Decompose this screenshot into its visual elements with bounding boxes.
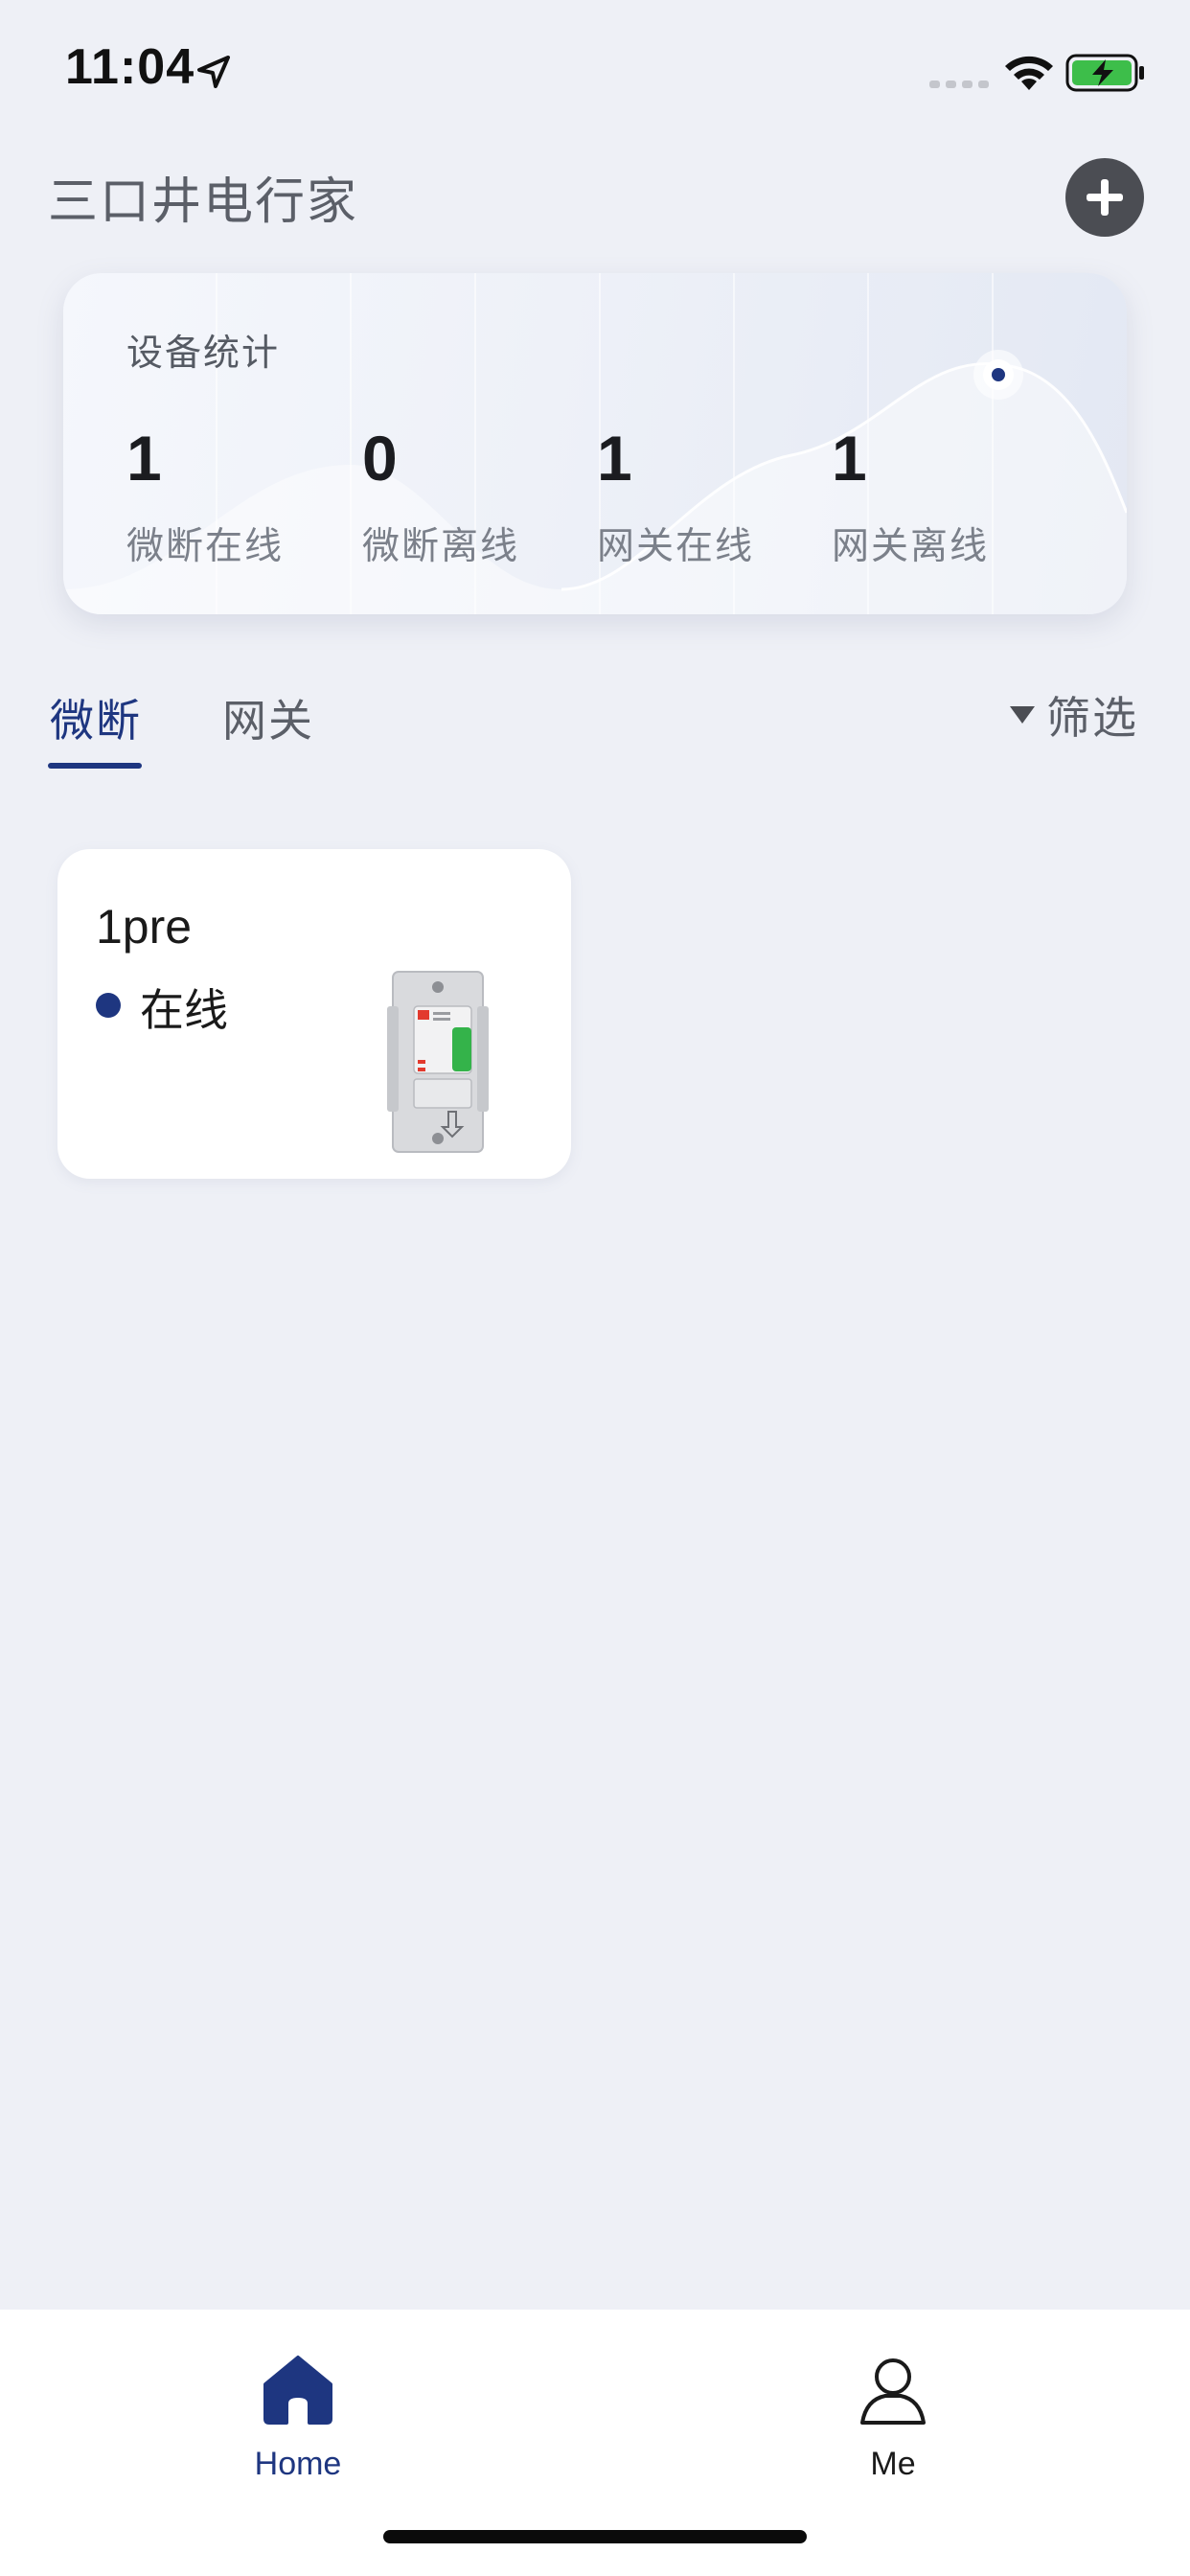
filter-label: 筛选 [1046, 692, 1138, 744]
online-status-dot [96, 993, 121, 1018]
location-arrow-icon [197, 56, 230, 88]
stat-breaker-offline: 0 微断离线 [362, 426, 592, 570]
stats-title: 设备统计 [126, 332, 281, 374]
tab-gateway[interactable]: 网关 [222, 686, 314, 749]
nav-home-label: Home [254, 2446, 342, 2482]
wifi-icon [1005, 56, 1053, 90]
add-device-button[interactable] [1065, 158, 1144, 237]
stat-label: 网关离线 [832, 525, 990, 568]
stat-breaker-online: 1 微断在线 [126, 426, 356, 570]
stat-value: 1 [832, 423, 867, 494]
app-title: 三口井电行家 [48, 173, 359, 231]
stat-label: 微断在线 [126, 525, 285, 568]
home-indicator [383, 2530, 807, 2543]
device-card[interactable]: 1pre 在线 [57, 849, 571, 1179]
caret-down-icon [1010, 706, 1035, 724]
tab-breaker[interactable]: 微断 [50, 686, 142, 749]
home-icon [263, 2356, 332, 2425]
nav-me[interactable]: Me [797, 2352, 989, 2483]
cellular-signal-icon [929, 80, 989, 88]
plus-icon [1087, 179, 1123, 216]
circuit-breaker-image [387, 971, 489, 1153]
device-status: 在线 [140, 984, 228, 1036]
active-tab-indicator [48, 763, 142, 769]
nav-me-label: Me [870, 2446, 916, 2482]
nav-home[interactable]: Home [202, 2352, 394, 2483]
person-icon [860, 2358, 926, 2425]
battery-charging-icon [1065, 54, 1144, 92]
stat-gateway-offline: 1 网关离线 [832, 426, 1062, 570]
stat-label: 网关在线 [597, 525, 755, 568]
status-time: 11:04 [65, 39, 195, 95]
stat-value: 1 [597, 423, 632, 494]
filter-button[interactable]: 筛选 [1008, 686, 1138, 744]
status-bar: 11:04 [0, 0, 1190, 144]
device-stats-card: 设备统计 1 微断在线 0 微断离线 1 网关在线 1 网关离线 [63, 273, 1127, 614]
device-name: 1pre [96, 900, 193, 954]
stat-gateway-online: 1 网关在线 [597, 426, 827, 570]
stat-value: 0 [362, 423, 398, 494]
stat-label: 微断离线 [362, 525, 520, 568]
stat-value: 1 [126, 423, 162, 494]
